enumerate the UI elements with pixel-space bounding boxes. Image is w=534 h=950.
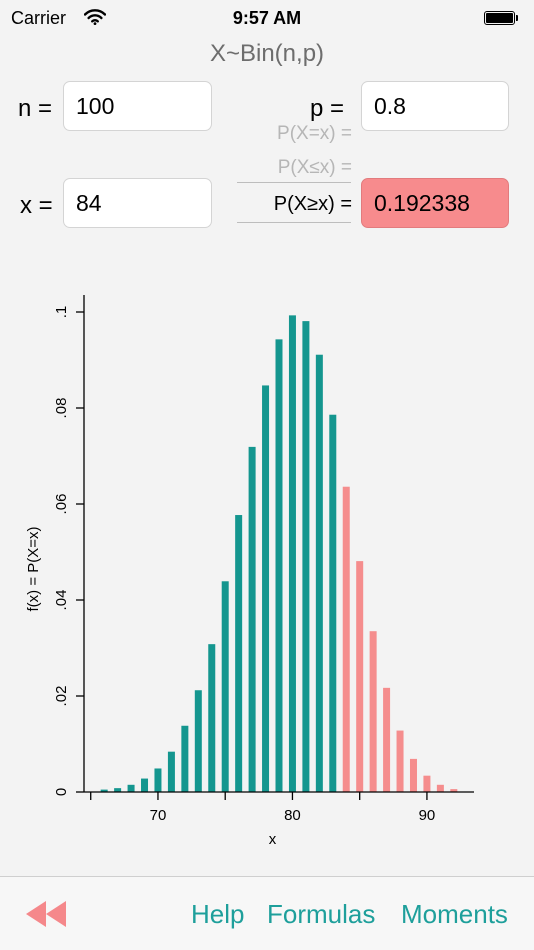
bar-x-78 [262,385,270,792]
bar-x-70 [154,768,162,792]
bottom-toolbar: Help Formulas Moments [0,876,534,950]
help-button[interactable]: Help [191,899,244,930]
x-axis-label: x [269,831,277,848]
bar-x-79 [275,339,283,792]
result-value: 0.192338 [361,178,509,228]
bar-x-80 [288,315,296,792]
moments-button[interactable]: Moments [401,899,508,930]
picker-divider-bottom [237,222,351,223]
p-label: p = [310,95,345,122]
bar-x-75 [221,581,229,792]
bar-x-76 [235,515,243,792]
bar-x-91 [436,784,444,792]
y-tick-label: .02 [53,686,70,707]
bar-x-85 [356,561,364,792]
y-tick-label: .1 [53,306,70,319]
y-tick-label: .08 [53,398,70,419]
bar-x-86 [369,631,377,792]
x-tick-label: 90 [419,807,436,824]
bar-x-87 [383,687,391,792]
picker-option-survival[interactable]: P(X≥x) = [152,193,352,216]
bar-x-82 [315,354,323,792]
bar-x-84 [342,486,350,792]
y-tick-label: .06 [53,494,70,515]
x-tick-label: 70 [150,807,167,824]
y-tick-label: .04 [53,590,70,611]
bar-x-69 [141,778,149,792]
x-tick-label: 80 [284,807,301,824]
battery-full-icon [484,11,518,25]
bar-x-71 [167,751,175,792]
bar-x-73 [194,690,202,792]
bar-x-88 [396,730,404,792]
bar-x-72 [181,725,189,792]
picker-option-cdf[interactable]: P(X≤x) = [152,157,352,179]
y-tick-label: 0 [53,788,70,796]
bar-x-68 [127,784,135,792]
bar-x-89 [409,758,417,792]
rewind-icon[interactable] [26,901,68,927]
page-title: X~Bin(n,p) [209,40,325,67]
x-ticks: 70 80 90 [90,792,436,824]
picker-divider-top [237,182,351,183]
status-time: 9:57 AM [232,8,302,28]
y-ticks: 0 .02 .04 .06 .08 .1 [53,306,84,796]
status-bar: Carrier 9:57 AM [0,0,534,38]
chart-bars [100,315,458,792]
formulas-button[interactable]: Formulas [267,899,375,930]
x-label: x = [20,192,53,219]
y-axis-label: f(x) = P(X=x) [25,526,42,611]
bar-x-77 [248,446,256,792]
picker-option-pmf[interactable]: P(X=x) = [152,123,352,145]
n-label: n = [18,95,53,122]
bar-x-83 [329,414,337,792]
p-input[interactable] [361,81,509,131]
bar-x-90 [423,775,431,792]
binomial-chart: 0 .02 .04 .06 .08 .1 70 80 90 f(x) = P(X=x) x [25,295,474,848]
bar-x-81 [302,321,310,792]
bar-x-74 [208,644,216,792]
